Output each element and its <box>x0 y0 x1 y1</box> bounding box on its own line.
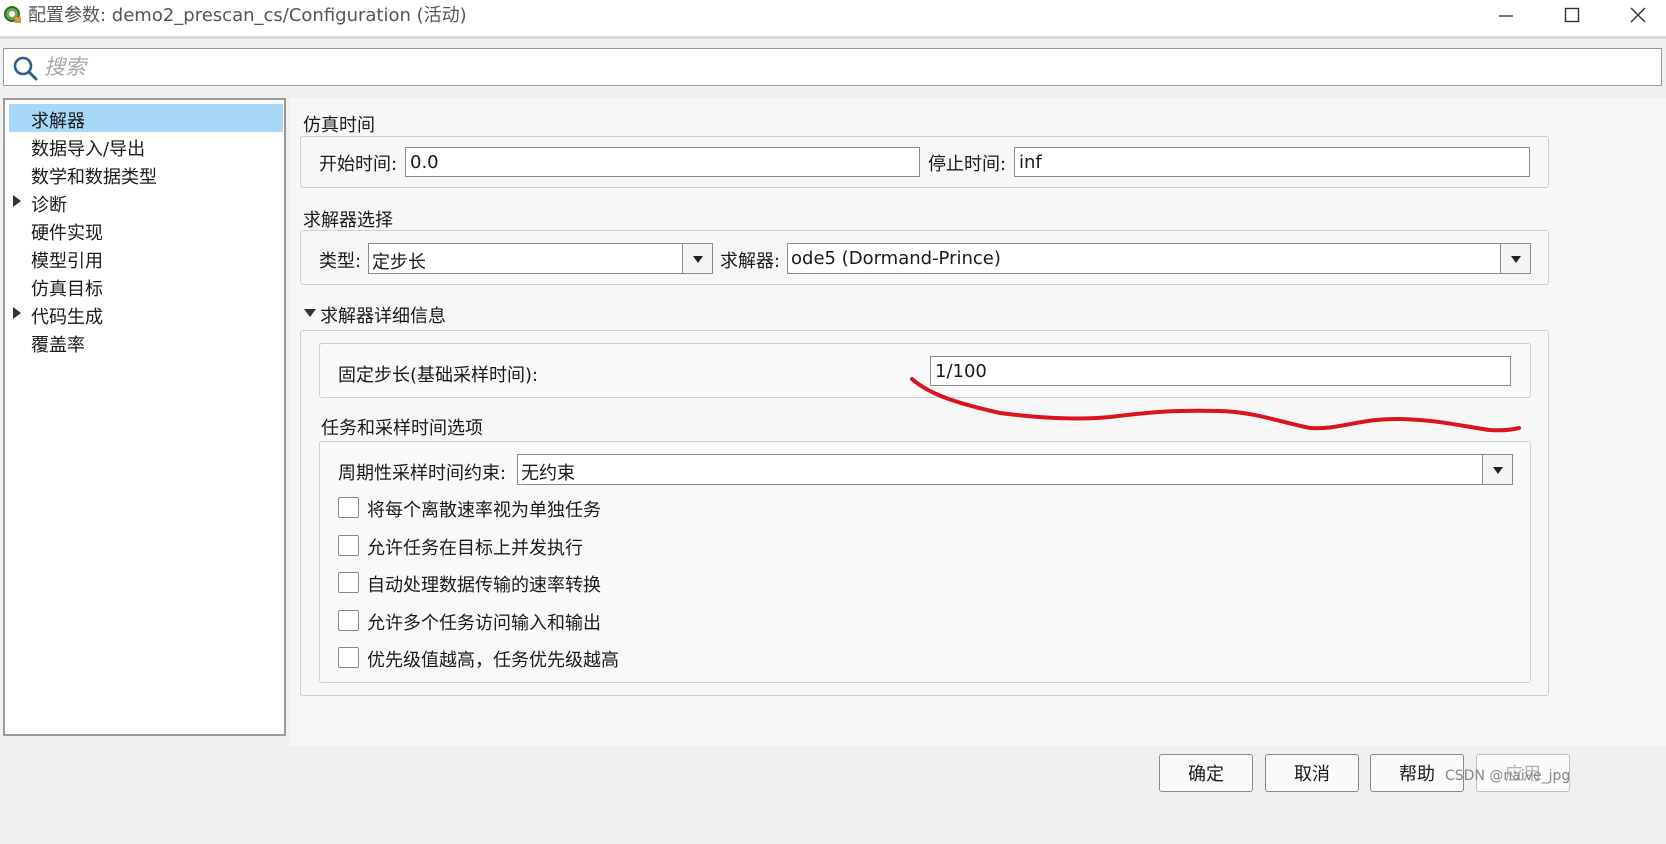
option-label: 自动处理数据传输的速率转换 <box>367 575 601 596</box>
category-tree: 求解器 数据导入/导出 数学和数据类型 诊断 硬件实现 模型引用 仿真目标 代码… <box>3 98 286 736</box>
nav-item-sim-target[interactable]: 仿真目标 <box>9 272 283 300</box>
dialog-footer: 确定 取消 帮助 应用 <box>0 746 1666 844</box>
nav-item-label: 硬件实现 <box>31 223 103 244</box>
option-label: 将每个离散速率视为单独任务 <box>367 500 601 521</box>
collapse-arrow-icon[interactable] <box>304 309 316 317</box>
chevron-down-icon[interactable] <box>1482 455 1512 484</box>
expand-arrow-icon[interactable] <box>13 195 21 207</box>
checkbox[interactable] <box>338 535 359 556</box>
solver-type-dropdown[interactable]: 定步长 <box>368 243 713 274</box>
sim-time-panel: 开始时间: 停止时间: <box>300 136 1549 188</box>
nav-item-coverage[interactable]: 覆盖率 <box>9 328 283 356</box>
nav-item-code-generation[interactable]: 代码生成 <box>9 300 283 328</box>
solver-type-value: 定步长 <box>372 252 426 273</box>
nav-item-label: 覆盖率 <box>31 335 85 356</box>
checkbox[interactable] <box>338 647 359 668</box>
maximize-button[interactable] <box>1552 2 1592 28</box>
fixed-step-panel: 固定步长(基础采样时间): <box>319 343 1531 398</box>
window-title: 配置参数: demo2_prescan_cs/Configuration (活动… <box>28 5 467 26</box>
stop-time-input[interactable] <box>1014 147 1530 177</box>
checkbox[interactable] <box>338 572 359 593</box>
solver-details-panel: 固定步长(基础采样时间): 任务和采样时间选项 周期性采样时间约束: 无约束 将… <box>300 330 1549 696</box>
close-button[interactable] <box>1618 2 1658 28</box>
section-title-solver-select: 求解器选择 <box>303 210 393 231</box>
nav-item-math-data-types[interactable]: 数学和数据类型 <box>9 160 283 188</box>
search-icon <box>13 56 38 81</box>
search-input[interactable] <box>44 52 1644 82</box>
nav-item-diagnostics[interactable]: 诊断 <box>9 188 283 216</box>
nav-item-label: 求解器 <box>31 111 85 132</box>
title-bar: 配置参数: demo2_prescan_cs/Configuration (活动… <box>0 0 1666 38</box>
start-time-label: 开始时间: <box>319 154 398 175</box>
solver-dropdown[interactable]: ode5 (Dormand-Prince) <box>787 243 1531 274</box>
constraint-value: 无约束 <box>521 463 575 484</box>
solver-select-panel: 类型: 定步长 求解器: ode5 (Dormand-Prince) <box>300 230 1549 285</box>
section-title-solver-details[interactable]: 求解器详细信息 <box>320 302 446 328</box>
constraint-label: 周期性采样时间约束: <box>338 463 507 484</box>
maximize-icon <box>1564 7 1580 23</box>
section-title-tasking: 任务和采样时间选项 <box>321 418 483 439</box>
title-separator <box>0 36 1666 39</box>
nav-item-label: 数据导入/导出 <box>31 139 146 160</box>
tasking-panel: 周期性采样时间约束: 无约束 将每个离散速率视为单独任务 允许任务在目标上并发执… <box>319 441 1531 683</box>
chevron-down-icon[interactable] <box>1500 244 1530 273</box>
nav-item-hardware[interactable]: 硬件实现 <box>9 216 283 244</box>
nav-item-data-import-export[interactable]: 数据导入/导出 <box>9 132 283 160</box>
search-bar[interactable] <box>3 48 1662 86</box>
checkbox[interactable] <box>338 497 359 518</box>
start-time-input[interactable] <box>405 147 920 177</box>
chevron-down-icon[interactable] <box>682 244 712 273</box>
sample-time-constraint-dropdown[interactable]: 无约束 <box>517 454 1513 485</box>
option-label: 优先级值越高，任务优先级越高 <box>367 650 619 671</box>
app-gear-icon <box>4 6 21 23</box>
settings-pane: 仿真时间 开始时间: 停止时间: 求解器选择 类型: 定步长 求解器: ode5… <box>290 98 1666 746</box>
nav-item-label: 诊断 <box>31 195 67 216</box>
close-icon <box>1630 7 1646 23</box>
nav-item-label: 数学和数据类型 <box>31 167 157 188</box>
checkbox[interactable] <box>338 610 359 631</box>
option-label: 允许任务在目标上并发执行 <box>367 538 583 559</box>
option-label: 允许多个任务访问输入和输出 <box>367 613 601 634</box>
nav-item-label: 仿真目标 <box>31 279 103 300</box>
cancel-button[interactable]: 取消 <box>1265 754 1359 792</box>
fixed-step-input[interactable] <box>930 356 1511 386</box>
fixed-step-label: 固定步长(基础采样时间): <box>338 365 539 386</box>
solver-value: ode5 (Dormand-Prince) <box>791 248 1001 269</box>
nav-item-solver[interactable]: 求解器 <box>9 104 283 132</box>
section-title-sim-time: 仿真时间 <box>303 115 375 136</box>
minimize-button[interactable] <box>1486 2 1526 28</box>
minimize-icon <box>1499 15 1513 17</box>
ok-button[interactable]: 确定 <box>1159 754 1253 792</box>
expand-arrow-icon[interactable] <box>13 307 21 319</box>
watermark-text: CSDN @naive_jpg <box>1445 768 1571 784</box>
nav-item-label: 模型引用 <box>31 251 103 272</box>
solver-label: 求解器: <box>720 251 781 272</box>
stop-time-label: 停止时间: <box>928 154 1007 175</box>
nav-item-label: 代码生成 <box>31 307 103 328</box>
nav-item-model-reference[interactable]: 模型引用 <box>9 244 283 272</box>
type-label: 类型: <box>319 251 362 272</box>
